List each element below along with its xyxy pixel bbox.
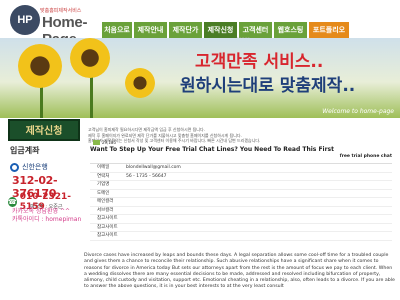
bank-heading: 입금계좌 (10, 146, 40, 155)
nav-item-support[interactable]: 고객센터 (239, 22, 272, 38)
field-label: 기업명 (97, 182, 110, 187)
field-label: 메인컬러 (97, 199, 114, 204)
post-intro: 고객님이 홈피제작 필요하시다면 제작금액 입금 후 신청하시면 됩니다. 제작… (88, 127, 393, 144)
nav-item-guide[interactable]: 제작안내 (134, 22, 167, 38)
field-label: 참고사이트 (97, 216, 118, 221)
field-row: 기업명 (90, 181, 392, 190)
field-label: 참고사이트 (97, 224, 118, 230)
field-row: 연락처 56 - 1735 - 56647 (90, 173, 392, 181)
field-value: blondellwall@gmail.com (126, 165, 181, 170)
post-title: Want To Step Up Your Free Trial Chat Lin… (90, 146, 334, 153)
bank-logo-icon (10, 162, 19, 172)
field-row: 이메일 blondellwall@gmail.com (90, 164, 392, 173)
intro-line: 홈페이지 제작문의는 신청서 작성 및 고객센터 이용해 주시기 바랍니다. 빠… (88, 138, 261, 143)
views-icon (93, 140, 100, 145)
sunflower-stem (90, 72, 93, 118)
field-label: 서브컬러 (97, 207, 114, 213)
hero-banner: 고객만족 서비스.. 원하시는대로 맞춤제작.. Welcome to home… (0, 38, 400, 118)
main-nav: 처음으로 제작안내 제작단가 제작신청 고객센터 웹호스팅 포트폴리오 (102, 22, 349, 38)
field-row: 도메인 (90, 190, 392, 198)
sunflower-image (18, 44, 62, 88)
bank-row: 신한은행 (10, 162, 80, 172)
nav-item-price[interactable]: 제작단가 (169, 22, 202, 38)
field-row: 서브컬러 (90, 207, 392, 215)
field-row: 참고사이트 (90, 224, 392, 232)
nav-item-order[interactable]: 제작신청 (204, 22, 237, 38)
post-meta: 29,185 (93, 140, 116, 145)
post-body: Divorce cases have increased by leaps an… (84, 253, 395, 290)
field-label: 참고사이트 (97, 233, 118, 238)
nav-item-hosting[interactable]: 웹호스팅 (274, 22, 307, 38)
banner-headline: 고객만족 서비스.. (195, 52, 324, 72)
sunflower-image (70, 38, 110, 78)
field-row: 참고사이트 (90, 232, 392, 241)
field-label: 이메일 (97, 165, 110, 170)
kakao-id: 카톡아이디 : homepiman (12, 216, 82, 223)
nav-item-portfolio[interactable]: 포트폴리오 (309, 22, 349, 38)
banner-caption: Welcome to home-page (322, 108, 394, 115)
site-logo[interactable]: HP 맞춤홈피제작서비스 Home-Page (10, 5, 105, 48)
field-label: 연락처 (97, 173, 110, 179)
sunflower-image (125, 68, 155, 98)
order-info-table: 이메일 blondellwall@gmail.com 연락처 56 - 1735… (90, 163, 392, 241)
field-row: 메인컬러 (90, 198, 392, 207)
nav-item-home[interactable]: 처음으로 (102, 22, 132, 38)
bank-name: 신한은행 (22, 163, 48, 171)
logo-subtitle: 맞춤홈피제작서비스 (40, 8, 82, 14)
view-count: 29,185 (102, 140, 116, 145)
banner-subheadline: 원하시는대로 맞춤제작.. (180, 76, 356, 96)
logo-badge: HP (10, 5, 40, 35)
field-row: 참고사이트 (90, 215, 392, 224)
field-value: 56 - 1735 - 56647 (126, 173, 167, 179)
field-label: 도메인 (97, 190, 110, 196)
sidebar-title: 제작신청 (8, 119, 80, 141)
post-subtitle: free trial phone chat (339, 154, 392, 159)
